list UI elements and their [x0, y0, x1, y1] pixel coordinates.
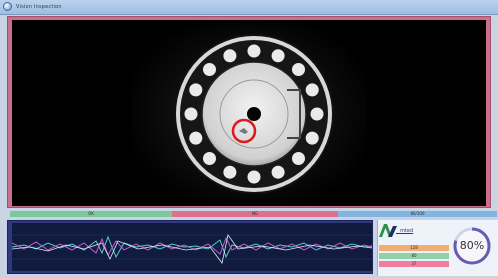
status-ok-segment: OK: [10, 211, 172, 217]
company-logo-text: _ mted: [396, 228, 414, 234]
window-titlebar: Vision Inspection: [0, 0, 498, 15]
part-hole: [291, 62, 306, 77]
part-hole: [270, 164, 286, 180]
part-hole: [222, 48, 238, 64]
part-hole: [291, 151, 306, 166]
window-title: Vision Inspection: [16, 4, 62, 10]
stat-fail: 37: [379, 261, 449, 267]
inspection-image: [132, 20, 367, 206]
stat-pass: 80: [379, 253, 449, 259]
part-hole: [222, 164, 238, 180]
result-status-strip: OK NG 80/100: [10, 211, 497, 217]
app-icon: [3, 2, 12, 11]
part-hole: [304, 82, 320, 98]
status-count-segment: 80/100: [338, 211, 497, 217]
part-hole: [309, 106, 325, 122]
yield-gauge-label: 80%: [459, 239, 485, 252]
part-hole: [246, 43, 262, 59]
part-hole: [304, 130, 320, 146]
part-hole: [188, 82, 204, 98]
part-hole: [188, 130, 204, 146]
part-center-hole: [247, 107, 261, 121]
part-hole: [202, 151, 217, 166]
inspection-image-view[interactable]: [12, 20, 486, 206]
company-logo-icon: [379, 224, 397, 237]
part-hole: [202, 62, 217, 77]
signal-waveform-chart: [12, 223, 372, 271]
stat-total: 128: [379, 245, 449, 251]
part-hole: [183, 106, 199, 122]
part-hole: [246, 169, 262, 185]
part-hole: [270, 48, 286, 64]
status-ng-segment: NG: [172, 211, 338, 217]
